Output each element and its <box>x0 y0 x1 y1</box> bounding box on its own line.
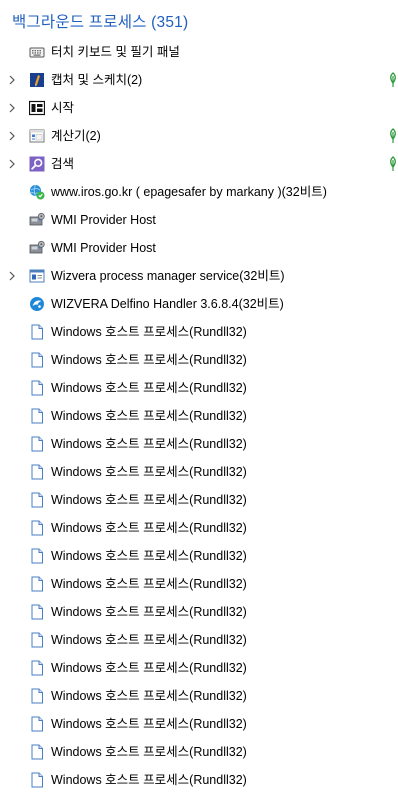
wmi-icon <box>29 240 45 256</box>
process-name: 검색 <box>51 157 75 171</box>
process-name: Windows 호스트 프로세스(Rundll32) <box>51 605 247 619</box>
service-window-icon <box>29 268 45 284</box>
document-icon <box>29 548 45 564</box>
globe-shield-icon <box>29 184 45 200</box>
process-name: Windows 호스트 프로세스(Rundll32) <box>51 353 247 367</box>
process-name: Windows 호스트 프로세스(Rundll32) <box>51 577 247 591</box>
process-name: Windows 호스트 프로세스(Rundll32) <box>51 773 247 787</box>
process-row[interactable]: 터치 키보드 및 필기 패널 <box>0 38 398 66</box>
process-name: 계산기(2) <box>51 129 101 143</box>
process-name: WIZVERA Delfino Handler 3.6.8.4(32비트) <box>51 297 284 311</box>
document-icon <box>29 688 45 704</box>
process-name: Windows 호스트 프로세스(Rundll32) <box>51 325 247 339</box>
group-header-background-processes[interactable]: 백그라운드 프로세스 (351) <box>12 10 188 32</box>
keyboard-icon <box>29 44 45 60</box>
process-name: Windows 호스트 프로세스(Rundll32) <box>51 521 247 535</box>
process-name: Wizvera process manager service(32비트) <box>51 269 285 283</box>
process-name: 캡처 및 스케치(2) <box>51 73 143 87</box>
document-icon <box>29 464 45 480</box>
process-row[interactable]: 검색 <box>0 150 398 178</box>
efficiency-mode-leaf-icon <box>388 72 398 88</box>
process-name: Windows 호스트 프로세스(Rundll32) <box>51 465 247 479</box>
process-row[interactable]: Windows 호스트 프로세스(Rundll32) <box>0 654 398 682</box>
process-row[interactable]: Windows 호스트 프로세스(Rundll32) <box>0 458 398 486</box>
document-icon <box>29 520 45 536</box>
document-icon <box>29 660 45 676</box>
document-icon <box>29 352 45 368</box>
document-icon <box>29 436 45 452</box>
process-name: Windows 호스트 프로세스(Rundll32) <box>51 633 247 647</box>
process-name: 시작 <box>51 101 75 115</box>
start-icon <box>29 100 45 116</box>
process-row[interactable]: Windows 호스트 프로세스(Rundll32) <box>0 430 398 458</box>
process-row[interactable]: Windows 호스트 프로세스(Rundll32) <box>0 598 398 626</box>
process-row[interactable]: Windows 호스트 프로세스(Rundll32) <box>0 486 398 514</box>
document-icon <box>29 744 45 760</box>
process-name: WMI Provider Host <box>51 241 156 255</box>
process-name: Windows 호스트 프로세스(Rundll32) <box>51 493 247 507</box>
process-name: Windows 호스트 프로세스(Rundll32) <box>51 745 247 759</box>
wmi-icon <box>29 212 45 228</box>
process-row[interactable]: 캡처 및 스케치(2) <box>0 66 398 94</box>
delfino-icon <box>29 296 45 312</box>
process-row[interactable]: Windows 호스트 프로세스(Rundll32) <box>0 402 398 430</box>
document-icon <box>29 604 45 620</box>
process-row[interactable]: 계산기(2) <box>0 122 398 150</box>
process-row[interactable]: Windows 호스트 프로세스(Rundll32) <box>0 318 398 346</box>
process-row[interactable]: www.iros.go.kr ( epagesafer by markany )… <box>0 178 398 206</box>
process-name: Windows 호스트 프로세스(Rundll32) <box>51 437 247 451</box>
process-row[interactable]: WMI Provider Host <box>0 234 398 262</box>
process-name: Windows 호스트 프로세스(Rundll32) <box>51 717 247 731</box>
process-row[interactable]: Windows 호스트 프로세스(Rundll32) <box>0 682 398 710</box>
process-name: Windows 호스트 프로세스(Rundll32) <box>51 549 247 563</box>
process-name: WMI Provider Host <box>51 213 156 227</box>
chevron-right-icon[interactable] <box>7 130 17 142</box>
document-icon <box>29 576 45 592</box>
process-row[interactable]: Windows 호스트 프로세스(Rundll32) <box>0 374 398 402</box>
process-row[interactable]: 시작 <box>0 94 398 122</box>
process-name: Windows 호스트 프로세스(Rundll32) <box>51 409 247 423</box>
process-row[interactable]: Wizvera process manager service(32비트) <box>0 262 398 290</box>
process-row[interactable]: Windows 호스트 프로세스(Rundll32) <box>0 710 398 738</box>
document-icon <box>29 716 45 732</box>
chevron-right-icon[interactable] <box>7 158 17 170</box>
process-row[interactable]: WMI Provider Host <box>0 206 398 234</box>
document-icon <box>29 380 45 396</box>
chevron-right-icon[interactable] <box>7 102 17 114</box>
efficiency-mode-leaf-icon <box>388 128 398 144</box>
process-row[interactable]: Windows 호스트 프로세스(Rundll32) <box>0 346 398 374</box>
efficiency-mode-leaf-icon <box>388 156 398 172</box>
process-row[interactable]: Windows 호스트 프로세스(Rundll32) <box>0 738 398 766</box>
process-row[interactable]: Windows 호스트 프로세스(Rundll32) <box>0 626 398 654</box>
document-icon <box>29 492 45 508</box>
snip-sketch-icon <box>29 72 45 88</box>
process-name: Windows 호스트 프로세스(Rundll32) <box>51 381 247 395</box>
document-icon <box>29 632 45 648</box>
process-row[interactable]: WIZVERA Delfino Handler 3.6.8.4(32비트) <box>0 290 398 318</box>
document-icon <box>29 408 45 424</box>
document-icon <box>29 772 45 788</box>
process-list: 터치 키보드 및 필기 패널캡처 및 스케치(2) 시작계산기(2) 검색 www.i… <box>0 38 398 794</box>
process-row[interactable]: Windows 호스트 프로세스(Rundll32) <box>0 570 398 598</box>
chevron-right-icon[interactable] <box>7 74 17 86</box>
process-row[interactable]: Windows 호스트 프로세스(Rundll32) <box>0 514 398 542</box>
process-row[interactable]: Windows 호스트 프로세스(Rundll32) <box>0 542 398 570</box>
search-icon <box>29 156 45 172</box>
process-name: 터치 키보드 및 필기 패널 <box>51 45 180 59</box>
calculator-icon <box>29 128 45 144</box>
document-icon <box>29 324 45 340</box>
process-name: Windows 호스트 프로세스(Rundll32) <box>51 689 247 703</box>
process-name: Windows 호스트 프로세스(Rundll32) <box>51 661 247 675</box>
process-name: www.iros.go.kr ( epagesafer by markany )… <box>51 185 327 199</box>
chevron-right-icon[interactable] <box>7 270 17 282</box>
